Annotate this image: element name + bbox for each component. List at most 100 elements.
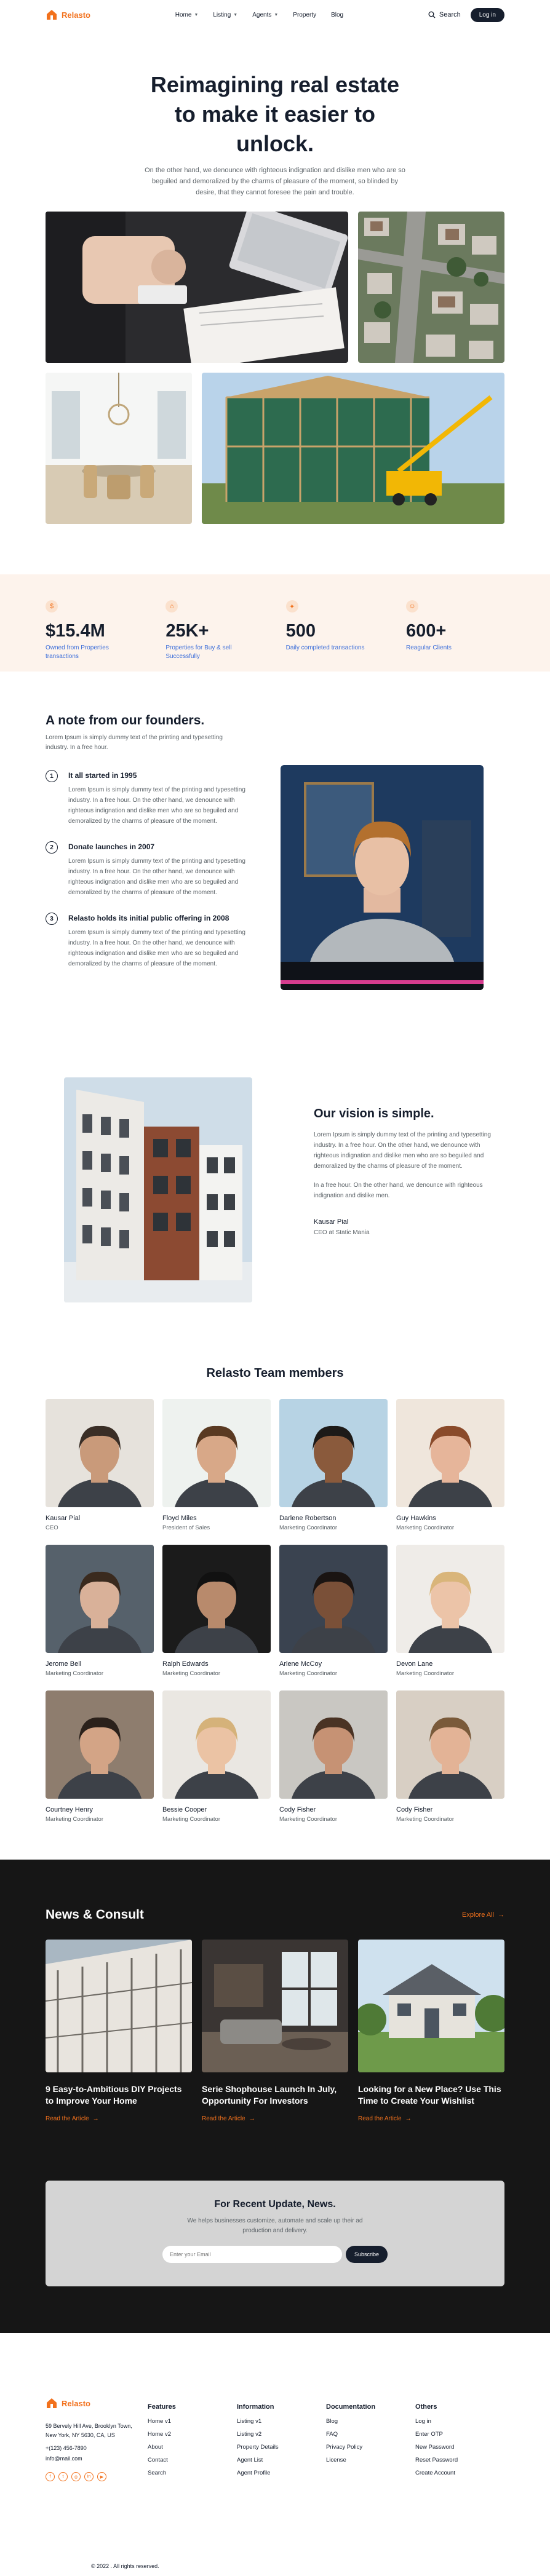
team-member-name: Darlene Robertson (279, 1515, 337, 1522)
nav-agents[interactable]: Agents ▼ (252, 12, 278, 18)
linkedin-icon[interactable]: in (84, 2472, 94, 2481)
team-member-photo (396, 1690, 504, 1799)
explore-all-label: Explore All (462, 1911, 494, 1919)
team-member-card[interactable]: Guy Hawkins Marketing Coordinator (396, 1399, 504, 1531)
footer-column: Features Home v1 Home v2 About Contact Search (148, 2403, 237, 2483)
footer-link[interactable]: Agent List (237, 2457, 326, 2463)
stat-value: $15.4M (46, 621, 105, 641)
news-card[interactable]: Looking for a New Place? Use This Time t… (358, 1940, 504, 2122)
logo[interactable]: Relasto (46, 9, 90, 21)
team-member-photo (162, 1399, 271, 1507)
read-article-link[interactable]: Read the Article → (358, 2115, 504, 2122)
facebook-icon[interactable]: f (46, 2472, 55, 2481)
brand-name: Relasto (62, 10, 90, 20)
footer-link[interactable]: Contact (148, 2457, 237, 2463)
team-member-card[interactable]: Bessie Cooper Marketing Coordinator (162, 1690, 271, 1823)
vision-text-block: Our vision is simple. Lorem Ipsum is sim… (314, 1107, 498, 1236)
timeline-number: 2 (46, 841, 58, 854)
team-member-name: Courtney Henry (46, 1806, 94, 1813)
search-button[interactable]: Search (428, 11, 461, 18)
footer-link[interactable]: Home v1 (148, 2418, 237, 2425)
team-member-card[interactable]: Ralph Edwards Marketing Coordinator (162, 1545, 271, 1677)
news-card[interactable]: Serie Shophouse Launch In July, Opportun… (202, 1940, 348, 2122)
footer-column: Documentation Blog FAQ Privacy Policy Licens… (326, 2403, 415, 2483)
hero-gallery (46, 212, 504, 574)
footer-link[interactable]: Enter OTP (415, 2431, 504, 2438)
instagram-icon[interactable]: ◎ (71, 2472, 81, 2481)
footer-link[interactable]: New Password (415, 2444, 504, 2451)
timeline-number: 1 (46, 770, 58, 782)
stat-card: ⌂ 25K+ Properties for Buy & sell Success… (165, 600, 264, 661)
team-member-card[interactable]: Floyd Miles President of Sales (162, 1399, 271, 1531)
footer-link[interactable]: Reset Password (415, 2457, 504, 2463)
arrow-right-icon: → (92, 2115, 99, 2122)
team-member-role: Marketing Coordinator (279, 1524, 337, 1531)
fire-icon: ✦ (285, 600, 298, 612)
team-member-photo (279, 1399, 388, 1507)
vision-section: Our vision is simple. Lorem Ipsum is sim… (46, 1077, 504, 1366)
nav-blog[interactable]: Blog (331, 12, 343, 18)
team-member-name: Ralph Edwards (162, 1660, 209, 1668)
footer-phone[interactable]: +(123) 456-7890 (46, 2444, 148, 2453)
dollar-icon: $ (46, 600, 58, 612)
founders-subtitle: Lorem Ipsum is simply dummy text of the … (46, 734, 223, 751)
read-article-label: Read the Article (46, 2115, 89, 2122)
login-button[interactable]: Log in (470, 7, 504, 22)
team-member-card[interactable]: Jerome Bell Marketing Coordinator (46, 1545, 154, 1677)
news-card[interactable]: 9 Easy-to-Ambitious DIY Projects to Impr… (46, 1940, 192, 2122)
read-article-link[interactable]: Read the Article → (202, 2115, 348, 2122)
news-header: News & Consult Explore All → (46, 1860, 504, 1922)
footer-link[interactable]: Listing v1 (237, 2418, 326, 2425)
footer-link[interactable]: Listing v2 (237, 2431, 326, 2438)
stat-card: $ $15.4M Owned from Properties transacti… (46, 600, 144, 661)
footer-column: Information Listing v1 Listing v2 Property … (237, 2403, 326, 2483)
vision-author-name: Kausar Pial (314, 1218, 349, 1226)
team-member-name: Kausar Pial (46, 1515, 81, 1522)
footer-link[interactable]: Search (148, 2470, 237, 2476)
footer-link[interactable]: FAQ (326, 2431, 415, 2438)
stat-label: Properties for Buy & sell Successfully (165, 644, 232, 660)
team-member-role: Marketing Coordinator (396, 1670, 454, 1677)
youtube-icon[interactable]: ▶ (97, 2472, 106, 2481)
footer-logo[interactable]: Relasto (46, 2397, 148, 2409)
team-member-photo (162, 1690, 271, 1799)
footer-link[interactable]: Home v2 (148, 2431, 237, 2438)
team-member-card[interactable]: Kausar Pial CEO (46, 1399, 154, 1531)
footer-link[interactable]: License (326, 2457, 415, 2463)
email-input[interactable] (162, 2246, 342, 2263)
gallery-photo-signing (46, 212, 348, 363)
team-member-card[interactable]: Darlene Robertson Marketing Coordinator (279, 1399, 388, 1531)
footer-brand-name: Relasto (62, 2398, 90, 2408)
footer-link[interactable]: Log in (415, 2418, 504, 2425)
timeline-item: 3 Relasto holds its initial public offer… (46, 913, 249, 969)
footer-link[interactable]: Blog (326, 2418, 415, 2425)
subscribe-button[interactable]: Subscribe (345, 2246, 388, 2263)
gallery-photo-construction (202, 373, 504, 524)
footer-column-title: Others (415, 2403, 437, 2411)
footer-link[interactable]: Privacy Policy (326, 2444, 415, 2451)
footer-link[interactable]: Agent Profile (237, 2470, 326, 2476)
nav-listing[interactable]: Listing ▼ (213, 12, 237, 18)
team-member-card[interactable]: Arlene McCoy Marketing Coordinator (279, 1545, 388, 1677)
footer-link[interactable]: About (148, 2444, 237, 2451)
house-logo-icon (47, 10, 57, 20)
nav-home[interactable]: Home ▼ (175, 12, 199, 18)
explore-all-link[interactable]: Explore All → (462, 1911, 504, 1919)
footer-link[interactable]: Create Account (415, 2470, 504, 2476)
team-member-card[interactable]: Devon Lane Marketing Coordinator (396, 1545, 504, 1677)
newsletter-form: Subscribe (46, 2246, 504, 2263)
read-article-link[interactable]: Read the Article → (46, 2115, 192, 2122)
stats-section: $ $15.4M Owned from Properties transacti… (0, 574, 550, 672)
twitter-icon[interactable]: t (58, 2472, 68, 2481)
founders-section: A note from our founders. Lorem Ipsum is… (46, 672, 504, 1077)
footer-link[interactable]: Property Details (237, 2444, 326, 2451)
home-icon: ⌂ (165, 600, 178, 612)
smile-icon: ☺ (405, 600, 418, 612)
team-member-card[interactable]: Cody Fisher Marketing Coordinator (279, 1690, 388, 1823)
team-member-card[interactable]: Courtney Henry Marketing Coordinator (46, 1690, 154, 1823)
timeline-number: 3 (46, 913, 58, 925)
footer-email[interactable]: info@mail.com (46, 2454, 148, 2463)
news-title: News & Consult (46, 1908, 144, 1922)
team-member-card[interactable]: Cody Fisher Marketing Coordinator (396, 1690, 504, 1823)
nav-property[interactable]: Property (293, 12, 316, 18)
